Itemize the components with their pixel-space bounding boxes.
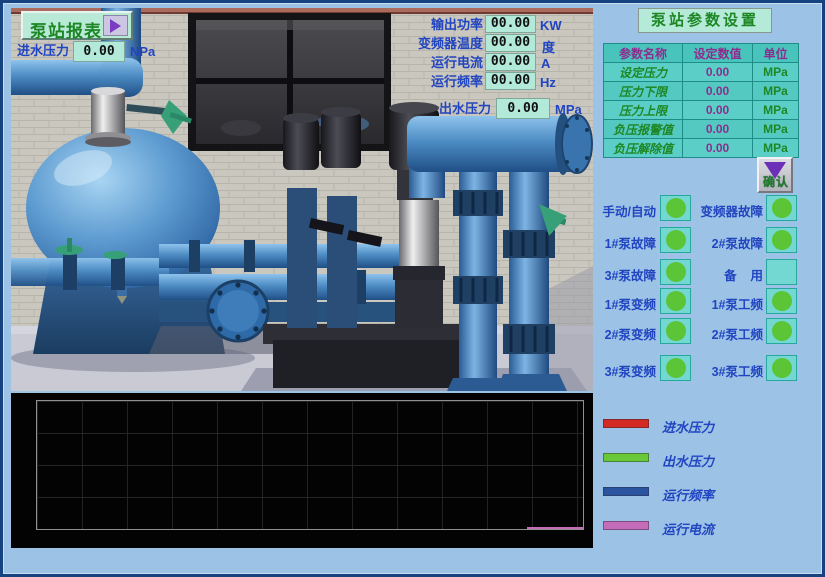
vfd-temp-value[interactable]: 00.00 — [485, 34, 536, 52]
report-button[interactable]: 泵站报表 — [21, 11, 133, 40]
status-label-pump2-mains: 2#泵工频 — [689, 324, 763, 343]
status-label-pump1-vfd: 1#泵变频 — [592, 294, 656, 313]
run-current-label: 运行电流 — [393, 56, 483, 69]
param-value[interactable]: 0.00 — [683, 120, 753, 139]
legend-label-inlet-pressure: 进水压力 — [662, 417, 714, 436]
status-label-vfd-fault: 变频器故障 — [689, 201, 763, 220]
param-name: 压力上限 — [604, 101, 683, 120]
param-value[interactable]: 0.00 — [683, 63, 753, 82]
confirm-button[interactable]: 确认 — [757, 157, 793, 193]
output-power-label: 输出功率 — [393, 18, 483, 31]
pump-station-3d-scene: 泵站报表 进水压力 0.00 NPa 输出功率 00.00 KW 变频器温度 0… — [11, 8, 593, 391]
status-led-pump2-fault[interactable] — [766, 227, 797, 253]
param-name: 设定压力 — [604, 63, 683, 82]
trend-plot-area — [36, 400, 584, 530]
status-label-pump2-vfd: 2#泵变频 — [592, 324, 656, 343]
output-power-unit: KW — [540, 18, 562, 33]
table-row: 负压解除值 0.00 MPa — [604, 139, 799, 158]
param-name: 负压报警值 — [604, 120, 683, 139]
status-led-pump2-vfd[interactable] — [660, 318, 691, 344]
status-label-pump2-fault: 2#泵故障 — [689, 233, 763, 252]
legend-swatch-run-current — [603, 521, 649, 530]
vfd-temp-unit: 度 — [542, 37, 555, 56]
play-icon[interactable] — [103, 15, 128, 36]
status-label-pump1-mains: 1#泵工频 — [689, 294, 763, 313]
status-led-pump3-fault[interactable] — [660, 259, 691, 285]
led-circle — [666, 358, 686, 378]
param-name: 压力下限 — [604, 82, 683, 101]
param-unit: MPa — [753, 139, 799, 158]
param-unit: MPa — [753, 82, 799, 101]
legend-label-run-current: 运行电流 — [662, 519, 714, 538]
run-current-trace — [527, 527, 583, 529]
status-label-pump1-fault: 1#泵故障 — [592, 233, 656, 252]
legend-label-run-frequency: 运行频率 — [662, 485, 714, 504]
run-current-unit: A — [541, 56, 550, 71]
confirm-button-label: 确认 — [760, 173, 792, 190]
table-row: 压力上限 0.00 MPa — [604, 101, 799, 120]
status-led-manual-auto[interactable] — [660, 195, 691, 221]
table-row: 负压报警值 0.00 MPa — [604, 120, 799, 139]
param-value[interactable]: 0.00 — [683, 101, 753, 120]
param-value[interactable]: 0.00 — [683, 139, 753, 158]
inlet-pressure-label: 进水压力 — [17, 44, 69, 57]
run-frequency-unit: Hz — [540, 75, 556, 90]
status-led-pump1-mains[interactable] — [766, 288, 797, 314]
status-led-pump3-mains[interactable] — [766, 355, 797, 381]
legend-swatch-inlet-pressure — [603, 419, 649, 428]
legend-label-outlet-pressure: 出水压力 — [662, 451, 714, 470]
status-label-pump3-vfd: 3#泵变频 — [592, 361, 656, 380]
param-value[interactable]: 0.00 — [683, 82, 753, 101]
pump-station-hmi-screen: 泵站报表 进水压力 0.00 NPa 输出功率 00.00 KW 变频器温度 0… — [0, 0, 825, 577]
status-led-pump1-vfd[interactable] — [660, 288, 691, 314]
settings-table: 参数名称 设定数值 单位 设定压力 0.00 MPa 压力下限 0.00 MPa… — [603, 43, 799, 158]
outlet-pressure-value[interactable]: 0.00 — [496, 98, 550, 119]
table-row: 设定压力 0.00 MPa — [604, 63, 799, 82]
table-row: 压力下限 0.00 MPa — [604, 82, 799, 101]
outlet-pressure-label: 出水压力 — [403, 102, 491, 115]
status-led-pump3-vfd[interactable] — [660, 355, 691, 381]
status-led-pump2-mains[interactable] — [766, 318, 797, 344]
status-label-spare: 备 用 — [689, 265, 763, 284]
status-label-pump3-mains: 3#泵工频 — [689, 361, 763, 380]
led-circle — [772, 358, 792, 378]
output-power-value[interactable]: 00.00 — [485, 15, 536, 33]
report-button-label: 泵站报表 — [30, 17, 102, 42]
trend-chart[interactable] — [11, 393, 593, 548]
status-label-pump3-fault: 3#泵故障 — [592, 265, 656, 284]
status-led-pump1-fault[interactable] — [660, 227, 691, 253]
col-unit: 单位 — [753, 44, 799, 63]
led-circle — [666, 291, 686, 311]
param-name: 负压解除值 — [604, 139, 683, 158]
settings-panel-title: 泵站参数设置 — [638, 8, 772, 33]
col-set-value: 设定数值 — [683, 44, 753, 63]
settings-table-header: 参数名称 设定数值 单位 — [604, 44, 799, 63]
status-led-spare[interactable] — [766, 259, 797, 285]
led-circle — [772, 230, 792, 250]
inlet-pressure-unit: NPa — [130, 44, 155, 59]
legend-swatch-outlet-pressure — [603, 453, 649, 462]
vfd-temp-label: 变频器温度 — [393, 37, 483, 50]
led-circle — [772, 291, 792, 311]
param-unit: MPa — [753, 120, 799, 139]
led-circle — [666, 321, 686, 341]
param-unit: MPa — [753, 63, 799, 82]
led-circle — [772, 321, 792, 341]
run-frequency-label: 运行频率 — [393, 75, 483, 88]
legend-swatch-run-frequency — [603, 487, 649, 496]
run-current-value[interactable]: 00.00 — [485, 53, 536, 71]
led-circle — [666, 230, 686, 250]
run-frequency-value[interactable]: 00.00 — [485, 72, 536, 90]
status-label-manual-auto: 手动/自动 — [592, 201, 656, 220]
inlet-pressure-value[interactable]: 0.00 — [73, 41, 125, 62]
led-circle — [666, 198, 686, 218]
outlet-pressure-unit: MPa — [555, 102, 582, 117]
status-led-vfd-fault[interactable] — [766, 195, 797, 221]
col-param-name: 参数名称 — [604, 44, 683, 63]
led-circle — [666, 262, 686, 282]
param-unit: MPa — [753, 101, 799, 120]
led-circle — [772, 198, 792, 218]
